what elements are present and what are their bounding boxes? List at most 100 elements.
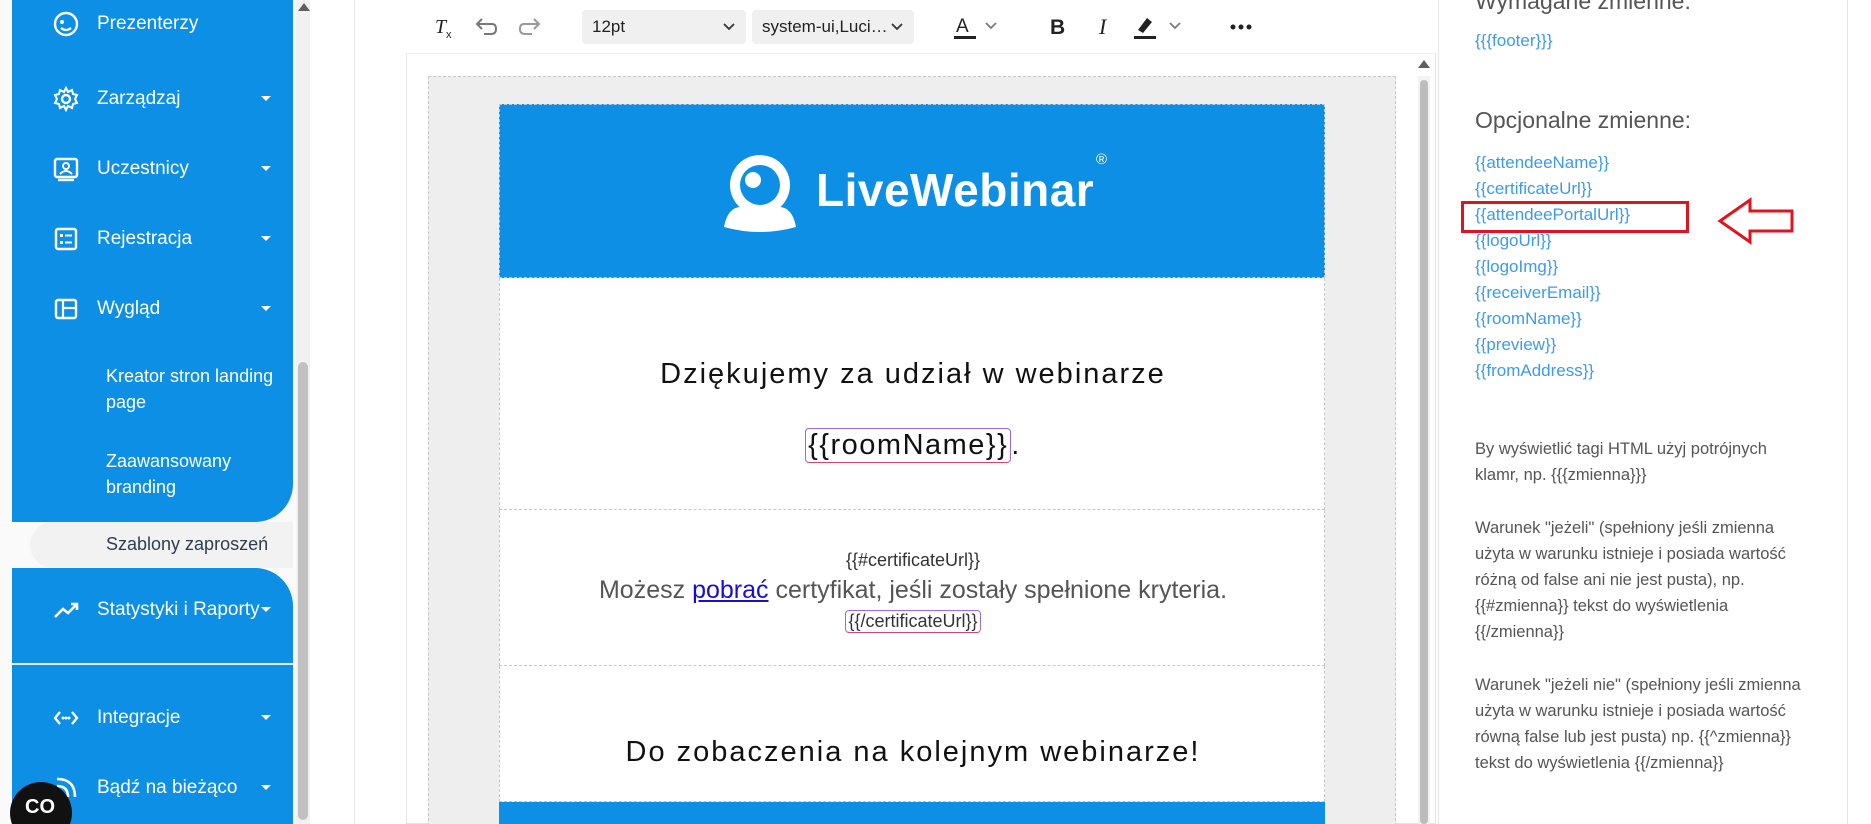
undo-button[interactable] [472,10,498,44]
goodbye-heading: Do zobaczenia na kolejnym webinarze! [625,736,1201,768]
redo-icon [518,18,541,35]
required-variable-footer[interactable]: {{{footer}}} [1475,31,1553,51]
presenter-icon [53,11,79,37]
certificate-close-tag[interactable]: {{/certificateUrl}} [845,610,981,633]
optional-variable[interactable]: {{fromAddress}} [1475,361,1594,381]
highlight-marker-icon [1134,18,1181,39]
font-size-value: 12pt [592,17,626,36]
registration-form-icon [54,227,78,251]
chat-widget-label: CO [25,796,55,818]
certificate-text: Możesz pobrać certyfikat, jeśli zostały … [500,576,1326,605]
bold-button[interactable]: B [1046,10,1070,44]
chevron-down-icon [261,166,271,171]
svg-text:I: I [1098,14,1108,39]
certificate-text-before: Możesz [598,576,693,604]
chevron-down-icon [261,236,271,241]
chevron-down-icon [723,23,735,31]
email-thanks-section[interactable]: Dziękujemy za udział w webinarze {{roomN… [499,278,1325,510]
optional-variable[interactable]: {{receiverEmail}} [1475,283,1601,303]
sidebar-scrollbar-thumb[interactable] [298,362,308,820]
livewebinar-logo-icon [724,155,796,232]
sidebar-subitem-landing-page[interactable]: Kreator stron landing page [106,363,276,415]
sidebar-item-label: Zarządzaj [97,88,181,109]
sidebar-item-label: Prezenterzy [97,13,199,34]
more-horizontal-icon [1230,24,1252,30]
italic-button[interactable]: I [1094,10,1114,44]
email-header-banner[interactable]: LiveWebinar ® [499,104,1325,278]
sidebar-item-label: Bądź na bieżąco [97,777,238,798]
email-template: LiveWebinar ® Dziękujemy za udział w web… [499,104,1325,824]
highlight-color-button[interactable] [1132,10,1188,44]
trending-up-icon [54,602,79,618]
help-text-if-not-condition: Warunek "jeżeli nie" (spełniony jeśli zm… [1475,676,1801,772]
editor-toolbar [406,0,1436,54]
email-certificate-section[interactable]: {{#certificateUrl}} Możesz pobrać certyf… [499,510,1325,666]
integrations-icon [53,711,79,725]
more-options-button[interactable] [1228,10,1254,44]
scroll-up-arrow-icon[interactable] [298,3,310,11]
font-size-select[interactable]: 12pt [582,10,746,44]
optional-variable[interactable]: {{certificateUrl}} [1475,179,1592,199]
help-text-triple-braces: By wyświetlić tagi HTML użyj potrójnych … [1475,440,1767,484]
email-goodbye-section[interactable]: Do zobaczenia na kolejnym webinarze! [499,666,1325,802]
certificate-download-link[interactable]: pobrać [692,576,768,604]
optional-variable[interactable]: {{roomName}} [1475,309,1582,329]
sidebar-item-appearance[interactable]: Wygląd [12,287,293,331]
italic-icon: I [1098,14,1108,39]
annotation-highlight-box [1461,201,1689,233]
thanks-heading: Dziękujemy za udział w webinarze [660,358,1166,390]
font-family-select[interactable]: system-ui,Luci… [752,10,914,44]
sidebar-item-label: Integracje [97,707,181,728]
optional-variable[interactable]: {{attendeeName}} [1475,153,1609,173]
optional-variable[interactable]: {{preview}} [1475,335,1556,355]
certificate-open-tag: {{#certificateUrl}} [845,550,981,570]
redo-button[interactable] [518,10,544,44]
undo-icon [475,18,498,35]
room-name-variable[interactable]: {{roomName}} [805,428,1012,463]
clear-formatting-button[interactable]: T x [432,10,458,44]
chevron-down-icon [261,96,271,101]
chevron-down-icon [891,23,903,31]
optional-variable[interactable]: {{logoUrl}} [1475,231,1552,251]
chevron-down-icon [261,607,271,612]
sidebar-divider [12,663,293,665]
editor-scrollbar-thumb[interactable] [1420,80,1428,824]
sidebar-subitem-branding[interactable]: Zaawansowany branding [106,448,276,500]
sidebar-item-integrations[interactable]: Integracje [12,696,293,740]
sidebar-item-presenters[interactable]: Prezenterzy [12,2,293,46]
optional-variable[interactable]: {{logoImg}} [1475,257,1558,277]
clear-formatting-icon: T x [435,16,452,40]
sidebar-item-label: Statystyki i Raporty [97,599,260,620]
sidebar-subitem-label: Szablony zaproszeń [106,534,269,554]
chevron-down-icon [261,785,271,790]
sidebar-item-statistics[interactable]: Statystyki i Raporty [12,588,293,632]
chevron-down-icon [261,306,271,311]
help-text-if-condition: Warunek "jeżeli" (spełniony jeśli zmienn… [1475,519,1786,641]
text-color-button[interactable]: A [952,10,1004,44]
participants-icon [53,157,79,182]
svg-text:A: A [956,16,969,37]
sidebar-item-registration[interactable]: Rejestracja [12,217,293,261]
sidebar-item-label: Uczestnicy [97,158,189,179]
layout-icon [54,298,78,320]
gear-icon [53,85,79,113]
sidebar-item-participants[interactable]: Uczestnicy [12,147,293,191]
annotation-arrow-icon [1717,197,1794,245]
room-name-line: {{roomName}}. [500,428,1326,463]
certificate-close-tag-line: {{/certificateUrl}} [500,610,1326,633]
scroll-up-arrow-icon[interactable] [1418,60,1430,68]
certificate-text-after: certyfikat, jeśli zostały spełnione kryt… [768,576,1228,604]
room-name-suffix: . [1011,429,1021,461]
svg-text:x: x [446,29,452,40]
email-footer-banner[interactable] [499,802,1325,824]
sidebar-item-label: Rejestracja [97,228,193,249]
chevron-down-icon [261,715,271,720]
brand-logo-text: LiveWebinar [816,164,1095,216]
registered-mark: ® [1096,151,1108,168]
svg-text:B: B [1050,16,1065,39]
sidebar-item-manage[interactable]: Zarządzaj [12,77,293,121]
optional-variables-title: Opcjonalne zmienne: [1475,107,1692,133]
sidebar-item-label: Wygląd [97,298,161,319]
font-family-value: system-ui,Luci… [762,17,888,36]
text-color-icon: A [954,16,997,39]
